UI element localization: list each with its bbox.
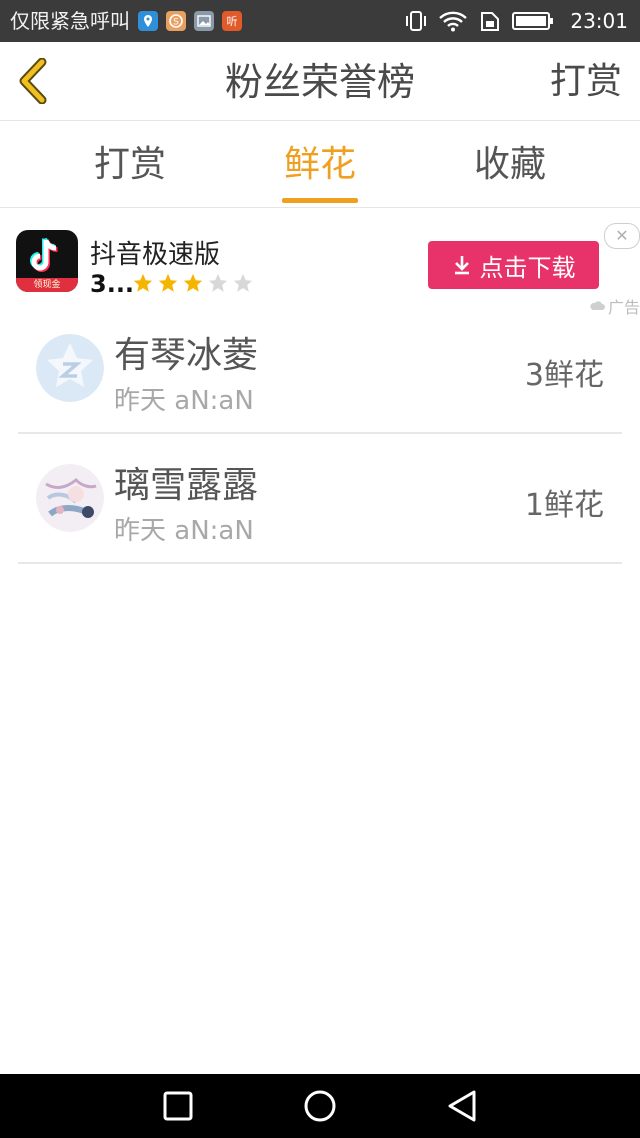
- sogou-app-icon: S: [166, 11, 186, 31]
- ad-rating-text: 3...: [90, 270, 135, 298]
- fan-ranking-list: 有琴冰菱 昨天 aN:aN 3鲜花 璃雪露露 昨天 aN:aN 1鲜花: [0, 304, 640, 564]
- app-header: 粉丝荣誉榜 打赏: [0, 42, 640, 121]
- gallery-app-icon: [194, 11, 214, 31]
- ad-download-label: 点击下载: [479, 253, 576, 282]
- tiktok-logo-icon: [30, 237, 58, 272]
- ad-rating-stars: [132, 272, 254, 294]
- ad-app-icon[interactable]: 领现金: [16, 230, 78, 292]
- list-item[interactable]: 有琴冰菱 昨天 aN:aN 3鲜花: [18, 304, 622, 434]
- timestamp: 昨天 aN:aN: [114, 516, 254, 546]
- recents-square-icon[interactable]: [160, 1088, 196, 1124]
- ad-banner[interactable]: 领现金 抖音极速版 3... 点击下载 ✕ 广告: [0, 220, 640, 317]
- carrier-text: 仅限紧急呼叫: [10, 9, 130, 33]
- home-circle-icon[interactable]: [302, 1088, 338, 1124]
- listen-app-label: 听: [226, 15, 238, 28]
- svg-text:S: S: [173, 18, 179, 28]
- tab-flowers[interactable]: 鲜花: [240, 121, 400, 207]
- wifi-icon: [439, 11, 468, 32]
- star-empty-icon: [208, 273, 228, 292]
- star-filled-icon: [133, 273, 153, 292]
- user-name: 有琴冰菱: [114, 335, 259, 376]
- tab-favorites[interactable]: 收藏: [430, 121, 590, 207]
- timestamp: 昨天 aN:aN: [114, 386, 254, 416]
- listen-app-icon: 听: [222, 11, 242, 31]
- flower-count: 3鲜花: [524, 358, 604, 393]
- system-nav-bar: [0, 1074, 640, 1138]
- illustration-avatar-icon: [36, 464, 104, 532]
- battery-icon: [512, 12, 554, 30]
- location-app-icon: [138, 11, 158, 31]
- default-avatar-icon: [36, 334, 104, 402]
- tab-reward[interactable]: 打赏: [50, 121, 210, 207]
- star-empty-icon: [233, 273, 253, 292]
- sim-icon: [481, 12, 500, 31]
- flower-count: 1鲜花: [524, 488, 604, 523]
- page-title: 粉丝荣誉榜: [224, 60, 415, 104]
- clock: 23:01: [570, 9, 628, 33]
- star-filled-icon: [158, 273, 178, 292]
- ad-download-button[interactable]: 点击下载: [428, 241, 599, 289]
- ad-app-name[interactable]: 抖音极速版: [90, 234, 220, 271]
- status-right: 23:01: [404, 0, 628, 42]
- back-triangle-icon[interactable]: [444, 1088, 480, 1124]
- download-icon: [454, 256, 469, 275]
- user-name: 璃雪露露: [114, 465, 259, 506]
- avatar[interactable]: [36, 334, 104, 402]
- list-item[interactable]: 璃雪露露 昨天 aN:aN 1鲜花: [18, 434, 622, 564]
- star-filled-icon: [183, 273, 203, 292]
- avatar[interactable]: [36, 464, 104, 532]
- tab-bar: 打赏 鲜花 收藏: [0, 121, 640, 208]
- vibrate-icon: [406, 11, 427, 31]
- status-left: 仅限紧急呼叫 S 听: [10, 0, 242, 42]
- ad-icon-badge: 领现金: [16, 278, 78, 292]
- ad-close-button[interactable]: ✕: [604, 223, 640, 249]
- reward-header-button[interactable]: 打赏: [550, 42, 622, 122]
- status-bar: 仅限紧急呼叫 S 听 23:01: [0, 0, 640, 42]
- active-tab-indicator: [282, 198, 358, 203]
